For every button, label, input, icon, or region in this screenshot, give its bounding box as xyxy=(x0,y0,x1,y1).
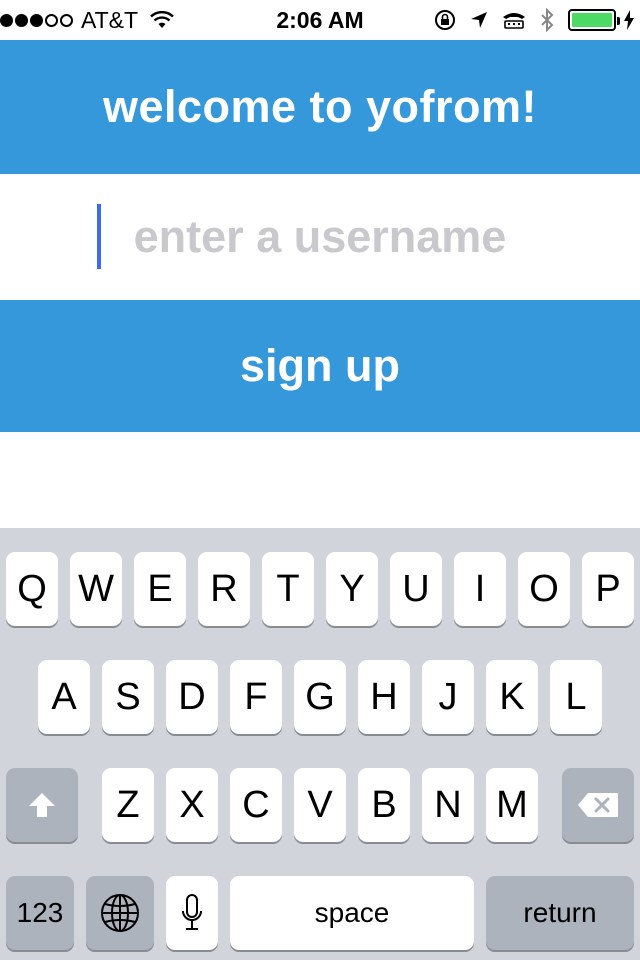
username-input-row xyxy=(0,174,640,300)
key-label: R xyxy=(210,567,238,610)
key-label: J xyxy=(438,675,458,718)
username-input[interactable] xyxy=(0,174,640,300)
key-j[interactable]: J xyxy=(422,660,474,734)
key-x[interactable]: X xyxy=(166,768,218,842)
key-label: H xyxy=(370,675,398,718)
key-q[interactable]: Q xyxy=(6,552,58,626)
key-label: B xyxy=(371,783,397,826)
key-f[interactable]: F xyxy=(230,660,282,734)
dictation-key[interactable] xyxy=(166,876,218,950)
key-p[interactable]: P xyxy=(582,552,634,626)
key-d[interactable]: D xyxy=(166,660,218,734)
space-key[interactable]: space xyxy=(230,876,474,950)
key-label: Y xyxy=(339,567,365,610)
key-v[interactable]: V xyxy=(294,768,346,842)
rotation-lock-icon xyxy=(434,9,456,31)
key-r[interactable]: R xyxy=(198,552,250,626)
key-label: I xyxy=(474,567,486,610)
key-i[interactable]: I xyxy=(454,552,506,626)
bluetooth-icon xyxy=(540,8,554,32)
sign-up-button[interactable]: sign up xyxy=(0,300,640,432)
key-k[interactable]: K xyxy=(486,660,538,734)
location-icon xyxy=(470,11,488,29)
key-label: Z xyxy=(116,783,140,826)
key-label: E xyxy=(147,567,173,610)
charging-icon xyxy=(624,10,634,30)
key-b[interactable]: B xyxy=(358,768,410,842)
key-w[interactable]: W xyxy=(70,552,122,626)
delete-icon xyxy=(578,793,618,817)
key-g[interactable]: G xyxy=(294,660,346,734)
globe-icon xyxy=(101,894,139,932)
key-label: D xyxy=(178,675,206,718)
key-label: A xyxy=(51,675,77,718)
welcome-header: welcome to yofrom! xyxy=(0,40,640,174)
space-key-label: space xyxy=(314,897,390,928)
key-s[interactable]: S xyxy=(102,660,154,734)
key-label: W xyxy=(78,567,114,610)
key-h[interactable]: H xyxy=(358,660,410,734)
key-z[interactable]: Z xyxy=(102,768,154,842)
key-c[interactable]: C xyxy=(230,768,282,842)
key-label: S xyxy=(115,675,141,718)
key-t[interactable]: T xyxy=(262,552,314,626)
key-label: V xyxy=(307,783,333,826)
numbers-key-label: 123 xyxy=(16,897,64,928)
delete-key[interactable] xyxy=(562,768,634,842)
text-cursor xyxy=(97,204,101,269)
microphone-icon xyxy=(182,894,202,930)
key-label: F xyxy=(244,675,268,718)
sign-up-label: sign up xyxy=(240,340,400,391)
key-label: Q xyxy=(17,567,47,610)
key-label: N xyxy=(434,783,462,826)
globe-key[interactable] xyxy=(86,876,154,950)
key-label: T xyxy=(276,567,300,610)
shift-key[interactable] xyxy=(6,768,78,842)
key-e[interactable]: E xyxy=(134,552,186,626)
key-n[interactable]: N xyxy=(422,768,474,842)
key-label: K xyxy=(499,675,525,718)
return-key-label: return xyxy=(523,897,597,928)
page-title: welcome to yofrom! xyxy=(102,81,538,132)
numbers-key[interactable]: 123 xyxy=(6,876,74,950)
key-y[interactable]: Y xyxy=(326,552,378,626)
key-label: O xyxy=(529,567,559,610)
key-label: P xyxy=(595,567,621,610)
key-a[interactable]: A xyxy=(38,660,90,734)
status-bar: AT&T 2:06 AM xyxy=(0,0,640,40)
key-label: L xyxy=(565,675,587,718)
key-u[interactable]: U xyxy=(390,552,442,626)
battery-icon xyxy=(568,9,620,31)
key-o[interactable]: O xyxy=(518,552,570,626)
key-l[interactable]: L xyxy=(550,660,602,734)
key-label: U xyxy=(402,567,430,610)
key-m[interactable]: M xyxy=(486,768,538,842)
shift-icon xyxy=(29,793,55,817)
keyboard: Q W E R T Y U I O P A S D F G H J K L Z … xyxy=(0,528,640,960)
key-label: X xyxy=(179,783,205,826)
key-label: G xyxy=(305,675,335,718)
tty-icon xyxy=(502,11,526,29)
return-key[interactable]: return xyxy=(486,876,634,950)
key-label: M xyxy=(496,783,528,826)
key-label: C xyxy=(242,783,270,826)
